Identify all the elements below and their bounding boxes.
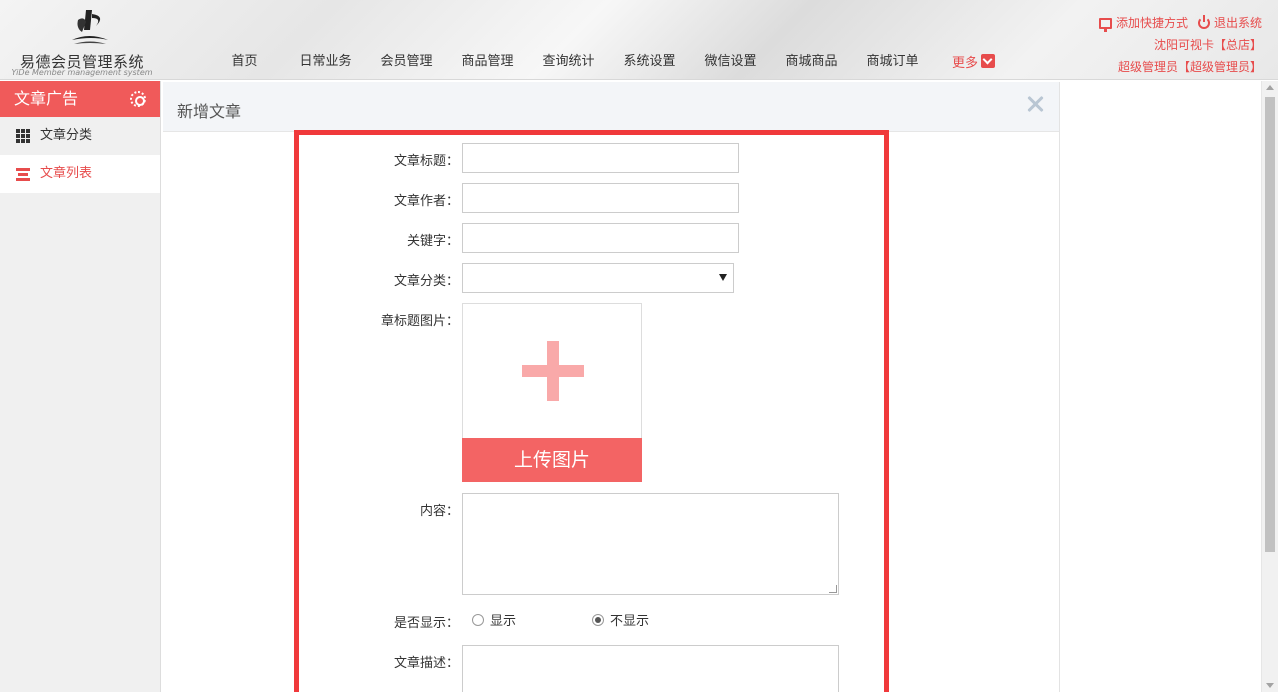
title-input[interactable] bbox=[462, 143, 739, 173]
add-shortcut-label: 添加快捷方式 bbox=[1115, 16, 1188, 30]
image-upload-box[interactable]: 上传图片 bbox=[462, 303, 642, 482]
keyword-label: 关键字： bbox=[406, 234, 459, 249]
scroll-down-icon[interactable] bbox=[1266, 683, 1274, 688]
resize-handle-icon[interactable] bbox=[829, 585, 837, 593]
content-textarea[interactable] bbox=[462, 493, 839, 595]
radio-hide-label: 不显示 bbox=[610, 614, 650, 629]
panel-header: 新增文章 bbox=[163, 82, 1059, 132]
main-nav: 首页 日常业务 会员管理 商品管理 查询统计 系统设置 微信设置 商城商品 商城… bbox=[204, 50, 1014, 72]
page-scrollbar[interactable] bbox=[1261, 81, 1278, 692]
nav-member-management[interactable]: 会员管理 bbox=[366, 50, 447, 72]
keyword-input[interactable] bbox=[462, 223, 739, 253]
content-label: 内容： bbox=[419, 504, 459, 519]
category-label: 文章分类： bbox=[393, 274, 459, 289]
radio-show[interactable] bbox=[472, 613, 484, 626]
category-select[interactable] bbox=[462, 263, 734, 293]
close-icon[interactable] bbox=[1025, 94, 1045, 114]
nav-more-label: 更多 bbox=[951, 55, 978, 71]
nav-more[interactable]: 更多 bbox=[933, 50, 1014, 72]
title-label: 文章标题： bbox=[393, 154, 459, 169]
sidebar-header: 文章广告 bbox=[0, 81, 160, 117]
chevron-down-icon bbox=[981, 54, 995, 68]
sidebar-title: 文章广告 bbox=[14, 89, 79, 108]
sidebar-item-label: 文章分类 bbox=[40, 128, 93, 143]
nav-query-statistics[interactable]: 查询统计 bbox=[528, 50, 609, 72]
scroll-up-icon[interactable] bbox=[1266, 85, 1274, 90]
nav-product-management[interactable]: 商品管理 bbox=[447, 50, 528, 72]
upload-image-button[interactable]: 上传图片 bbox=[462, 438, 642, 482]
monitor-icon bbox=[1098, 17, 1112, 32]
top-header: 易德会员管理系统 YiDe Member management system 首… bbox=[0, 0, 1278, 80]
panel-title: 新增文章 bbox=[177, 102, 242, 121]
sidebar: 文章广告 文章分类 文章列表 bbox=[0, 81, 161, 692]
add-article-panel: 新增文章 文章标题： 文章作者： 关键字： 文章分类： 章标题图片： 上传图片 … bbox=[163, 82, 1060, 692]
display-hide-option[interactable]: 不显示 bbox=[592, 610, 649, 629]
author-input[interactable] bbox=[462, 183, 739, 213]
logo-icon bbox=[72, 10, 108, 44]
nav-mall-orders[interactable]: 商城订单 bbox=[852, 50, 933, 72]
nav-system-settings[interactable]: 系统设置 bbox=[609, 50, 690, 72]
current-user: 超级管理员【超级管理员】 bbox=[1117, 60, 1262, 74]
radio-show-label: 显示 bbox=[490, 614, 517, 629]
add-shortcut-link[interactable]: 添加快捷方式 bbox=[1098, 12, 1188, 34]
user-panel: 添加快捷方式 退出系统 沈阳可视卡【总店】 超级管理员【超级管理员】 bbox=[1098, 12, 1262, 78]
sidebar-item-label: 文章列表 bbox=[40, 166, 93, 181]
nav-home[interactable]: 首页 bbox=[204, 50, 285, 72]
logout-label: 退出系统 bbox=[1213, 16, 1262, 30]
author-label: 文章作者： bbox=[393, 194, 459, 209]
scroll-thumb[interactable] bbox=[1265, 97, 1275, 552]
nav-wechat-settings[interactable]: 微信设置 bbox=[690, 50, 771, 72]
nav-daily-business[interactable]: 日常业务 bbox=[285, 50, 366, 72]
list-icon bbox=[16, 167, 30, 181]
radio-hide[interactable] bbox=[592, 613, 604, 626]
chevron-down-icon bbox=[719, 274, 727, 281]
logo[interactable]: 易德会员管理系统 YiDe Member management system bbox=[8, 4, 156, 77]
logo-subtitle: YiDe Member management system bbox=[11, 68, 153, 77]
sidebar-item-article-category[interactable]: 文章分类 bbox=[0, 117, 160, 155]
display-show-option[interactable]: 显示 bbox=[472, 610, 516, 629]
description-textarea[interactable] bbox=[462, 645, 839, 692]
plus-icon-bar bbox=[522, 365, 584, 377]
power-icon bbox=[1197, 15, 1210, 29]
description-label: 文章描述： bbox=[393, 656, 459, 671]
nav-mall-products[interactable]: 商城商品 bbox=[771, 50, 852, 72]
grid-icon bbox=[16, 129, 30, 143]
store-name: 沈阳可视卡【总店】 bbox=[1153, 38, 1262, 52]
display-label: 是否显示： bbox=[393, 616, 459, 631]
sidebar-item-article-list[interactable]: 文章列表 bbox=[0, 155, 160, 193]
gear-icon[interactable] bbox=[130, 91, 146, 107]
image-label: 章标题图片： bbox=[380, 314, 459, 329]
logout-link[interactable]: 退出系统 bbox=[1197, 12, 1262, 34]
